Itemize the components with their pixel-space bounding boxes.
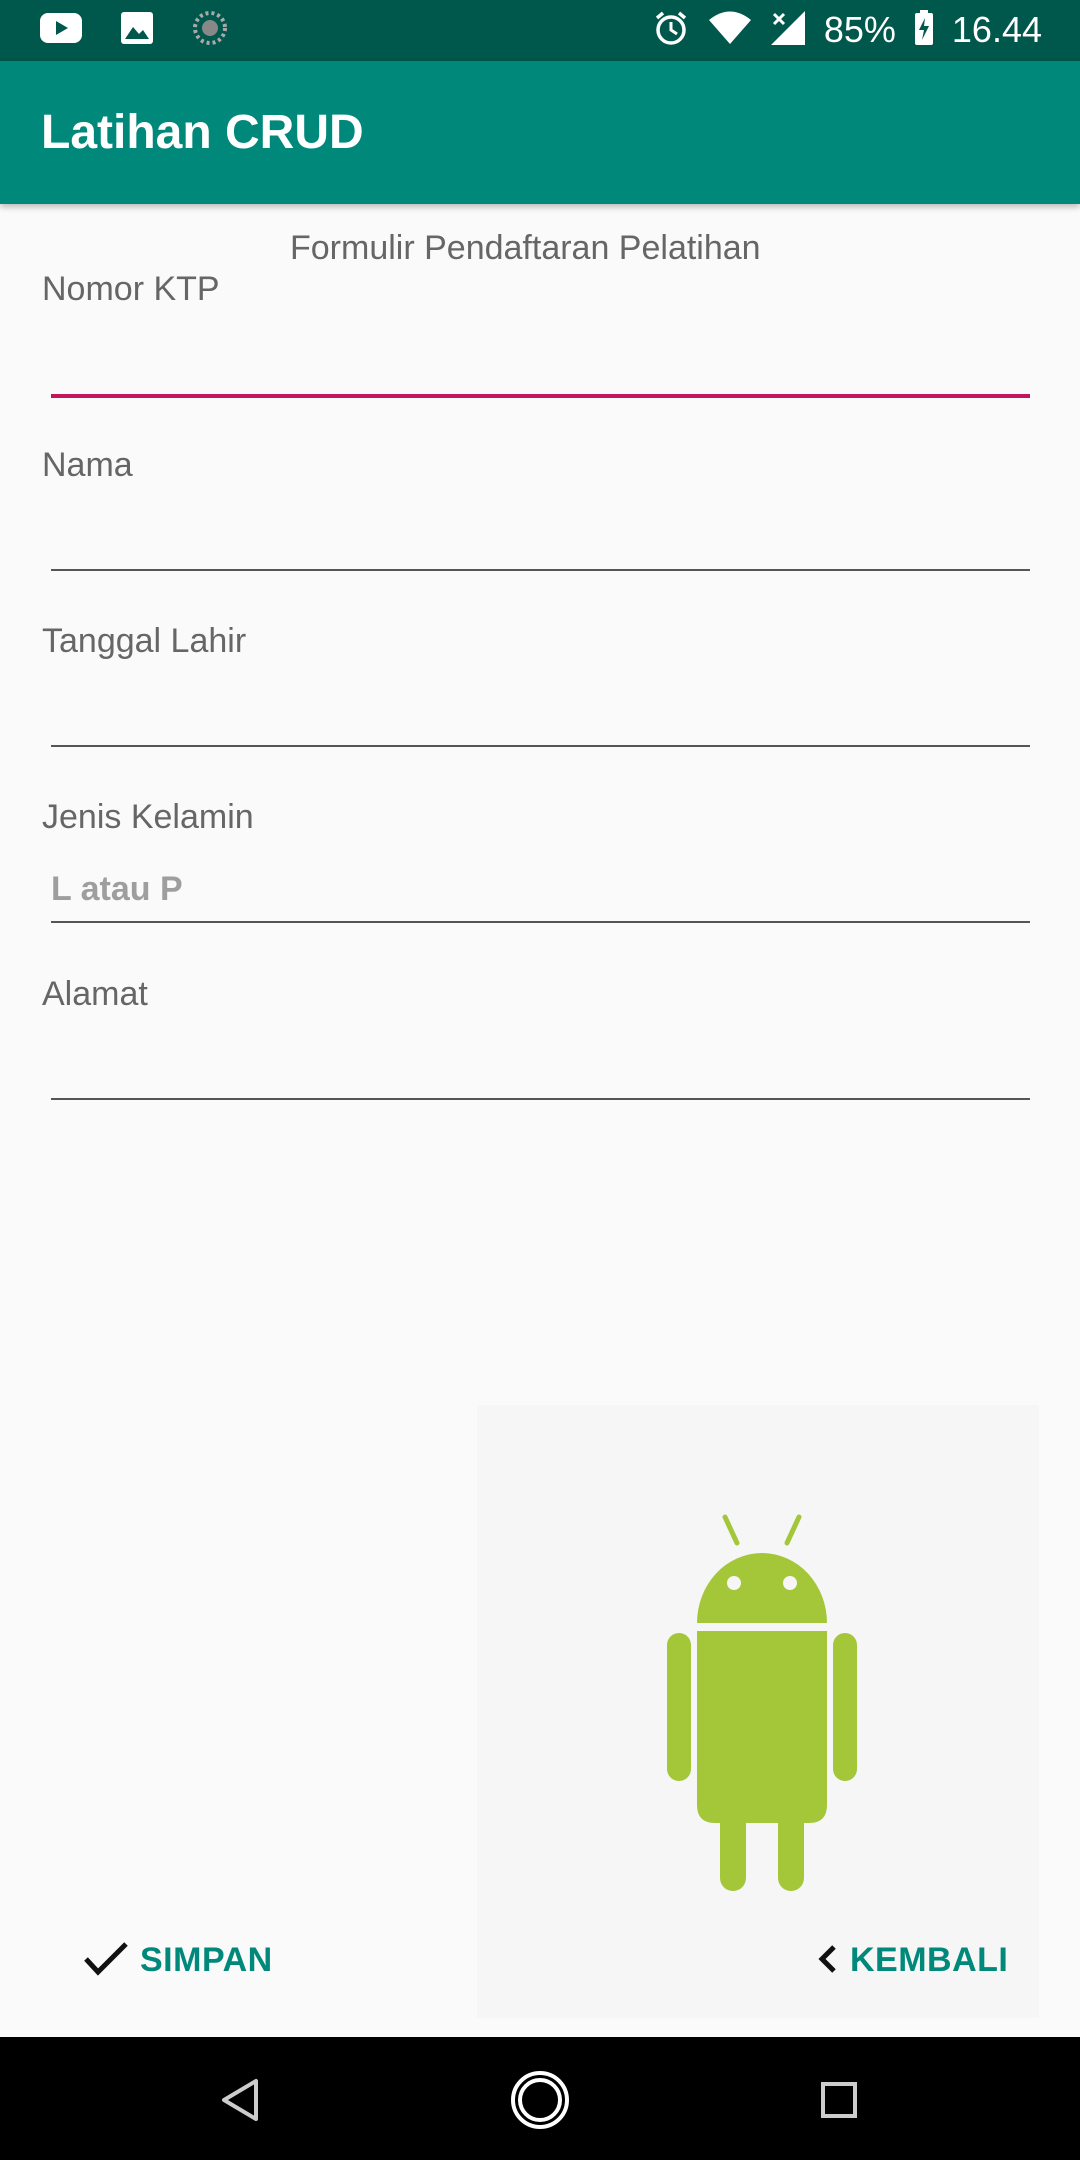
loading-icon — [192, 10, 228, 51]
label-alamat: Alamat — [42, 975, 148, 1013]
jenis-kelamin-input[interactable] — [51, 863, 1030, 923]
check-icon — [82, 1939, 130, 1982]
android-image-view[interactable] — [477, 1405, 1039, 2018]
simpan-label: SIMPAN — [140, 1940, 273, 1979]
image-icon — [120, 11, 154, 50]
battery-percent: 85% — [823, 9, 896, 50]
nama-input[interactable] — [51, 511, 1030, 571]
nomor-ktp-input[interactable] — [51, 338, 1030, 398]
wifi-icon — [708, 11, 752, 50]
back-icon[interactable] — [205, 2065, 275, 2135]
recents-icon[interactable] — [804, 2065, 874, 2135]
alamat-input[interactable] — [51, 1040, 1030, 1100]
tanggal-lahir-input[interactable] — [51, 687, 1030, 747]
youtube-icon — [40, 12, 82, 48]
system-icons: 85% 16.44 — [652, 8, 1042, 52]
app-bar: Latihan CRUD — [0, 61, 1080, 204]
app-title: Latihan CRUD — [41, 106, 364, 159]
status-bar: 85% 16.44 — [0, 0, 1080, 61]
navigation-bar — [0, 2037, 1080, 2160]
label-nama: Nama — [42, 446, 133, 484]
signal-icon — [770, 10, 806, 51]
android-robot-icon — [667, 1514, 857, 1891]
chevron-left-icon — [814, 1941, 840, 1980]
notification-icons — [40, 10, 228, 50]
label-jenis-kelamin: Jenis Kelamin — [42, 798, 254, 836]
home-icon[interactable] — [505, 2065, 575, 2135]
clock: 16.44 — [951, 9, 1042, 50]
label-nomor-ktp: Nomor KTP — [42, 270, 220, 308]
form-heading: Formulir Pendaftaran Pelatihan — [290, 229, 761, 267]
kembali-button[interactable]: KEMBALI — [808, 1930, 1014, 1990]
label-tanggal-lahir: Tanggal Lahir — [42, 622, 247, 660]
kembali-label: KEMBALI — [850, 1940, 1009, 1979]
battery-charging-icon — [914, 9, 934, 51]
alarm-icon — [652, 9, 690, 52]
simpan-button[interactable]: SIMPAN — [76, 1930, 279, 1990]
